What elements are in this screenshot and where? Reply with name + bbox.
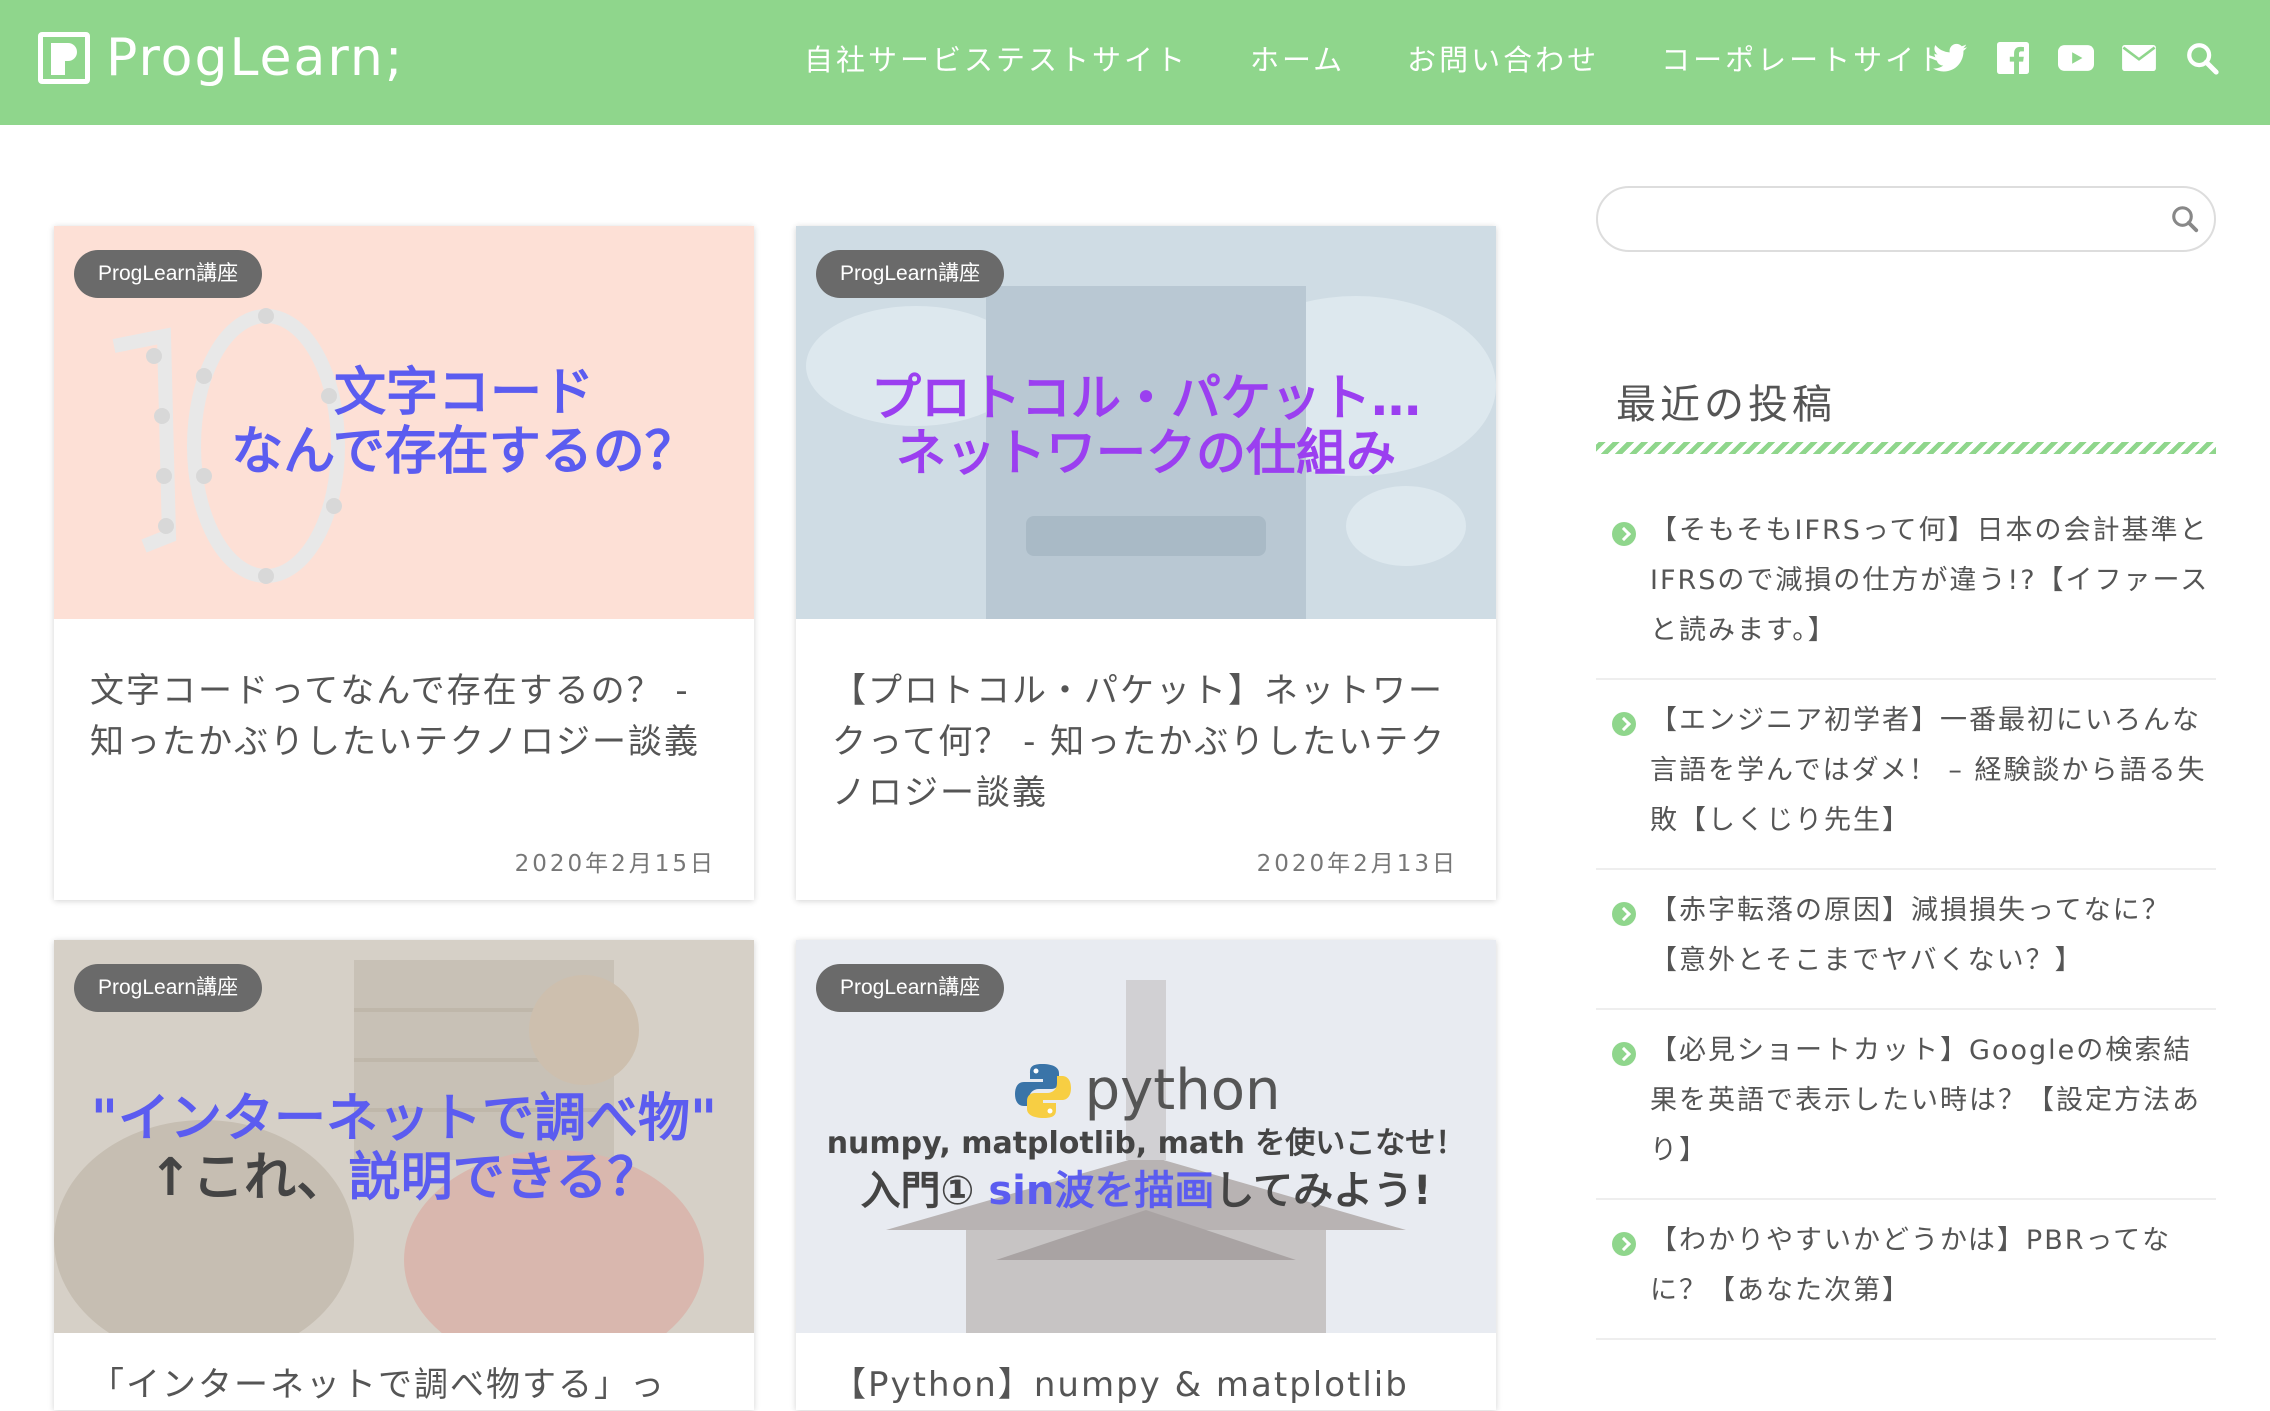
recent-post-item[interactable]: 【わかりやすいかどうかは】PBRってなに？【あなた次第】 (1596, 1200, 2216, 1340)
facebook-icon[interactable] (1993, 36, 2033, 80)
thumbnail-headline: "インターネットで調べ物" ↑これ、説明できる？ (90, 1089, 718, 1208)
python-logo-icon (1014, 1063, 1071, 1118)
search-icon[interactable] (2182, 36, 2222, 80)
main-nav: 自社サービステストサイト ホーム お問い合わせ コーポレートサイト (804, 38, 2011, 82)
python-logo-text: python (1084, 1058, 1281, 1123)
card-title[interactable]: 【Python】numpy & matplotlib (832, 1360, 1462, 1411)
thumbnail-headline: 文字コード なんで存在するの？ (231, 363, 697, 482)
mail-icon[interactable] (2119, 36, 2159, 80)
card-title[interactable]: 「インターネットで調べ物する」っ (90, 1360, 720, 1411)
site-header: ProgLearn; 自社サービステストサイト ホーム お問い合わせ コーポレー… (0, 0, 2270, 125)
recent-post-item[interactable]: 【赤字転落の原因】減損損失ってなに？【意外とそこまでヤバくない？】 (1596, 870, 2216, 1010)
thumbnail-headline: numpy, matplotlib, math を使いこなせ！ 入門① sin波… (826, 1126, 1466, 1214)
recent-post-item[interactable]: 【エンジニア初学者】一番最初にいろんな言語を学んではダメ！ – 経験談から語る失… (1596, 680, 2216, 870)
card-title[interactable]: 文字コードってなんで存在するの？ - 知ったかぶりしたいテクノロジー談義 (90, 666, 720, 768)
category-badge[interactable]: ProgLearn講座 (74, 964, 263, 1012)
recent-post-title[interactable]: 【エンジニア初学者】一番最初にいろんな言語を学んではダメ！ – 経験談から語る失… (1650, 705, 2207, 836)
python-logo: python (796, 1058, 1496, 1123)
nav-item-corporate[interactable]: コーポレートサイト (1661, 38, 1949, 82)
recent-post-item[interactable]: 【そもそもIFRSって何】日本の会計基準とIFRSので減損の仕方が違う!?【イフ… (1596, 490, 2216, 680)
chevron-right-icon (1612, 522, 1636, 546)
nav-item-home[interactable]: ホーム (1250, 38, 1345, 82)
recent-post-item[interactable]: 【必見ショートカット】Googleの検索結果を英語で表示したい時は？【設定方法あ… (1596, 1010, 2216, 1200)
card-thumbnail: ProgLearn講座 文字コード なんで存在するの？ (54, 226, 754, 619)
social-icons (1930, 36, 2245, 80)
chevron-right-icon (1612, 1232, 1636, 1256)
recent-post-title[interactable]: 【わかりやすいかどうかは】PBRってなに？【あなた次第】 (1650, 1225, 2171, 1306)
chevron-right-icon (1612, 902, 1636, 926)
article-card[interactable]: ProgLearn講座 python numpy, matplotlib, ma… (796, 940, 1496, 1410)
youtube-icon[interactable] (2056, 36, 2096, 80)
card-date: 2020年2月13日 (1256, 851, 1458, 877)
card-thumbnail: ProgLearn講座 "インターネットで調べ物" ↑これ、説明できる？ (54, 940, 754, 1333)
thumbnail-headline: プロトコル・パケット… ネットワークの仕組み (871, 369, 1421, 482)
article-card[interactable]: ProgLearn講座 プロトコル・パケット… ネットワークの仕組み 【プロトコ… (796, 226, 1496, 900)
article-card[interactable]: ProgLearn講座 文字コード なんで存在するの？ 文字コードってなんで存在… (54, 226, 754, 900)
article-card[interactable]: ProgLearn講座 "インターネットで調べ物" ↑これ、説明できる？ 「イン… (54, 940, 754, 1410)
search-icon[interactable] (2170, 204, 2200, 234)
card-title[interactable]: 【プロトコル・パケット】ネットワークって何？ - 知ったかぶりしたいテクノロジー… (832, 666, 1462, 819)
site-logo[interactable]: ProgLearn; (38, 28, 404, 88)
recent-posts-list: 【そもそもIFRSって何】日本の会計基準とIFRSので減損の仕方が違う!?【イフ… (1596, 490, 2216, 1340)
category-badge[interactable]: ProgLearn講座 (74, 250, 263, 298)
logo-mark-icon (38, 32, 90, 84)
card-date: 2020年2月15日 (514, 851, 716, 877)
nav-item-contact[interactable]: お問い合わせ (1407, 38, 1599, 82)
sidebar-search (1596, 186, 2216, 252)
search-input[interactable] (1622, 198, 2146, 244)
twitter-icon[interactable] (1930, 36, 1970, 80)
nav-item-service-test[interactable]: 自社サービステストサイト (804, 38, 1188, 82)
category-badge[interactable]: ProgLearn講座 (816, 964, 1005, 1012)
recent-post-title[interactable]: 【必見ショートカット】Googleの検索結果を英語で表示したい時は？【設定方法あ… (1650, 1035, 2201, 1166)
recent-post-title[interactable]: 【赤字転落の原因】減損損失ってなに？【意外とそこまでヤバくない？】 (1650, 895, 2171, 976)
card-thumbnail: ProgLearn講座 python numpy, matplotlib, ma… (796, 940, 1496, 1333)
logo-text: ProgLearn; (106, 28, 405, 88)
chevron-right-icon (1612, 1042, 1636, 1066)
recent-post-title[interactable]: 【そもそもIFRSって何】日本の会計基準とIFRSので減損の仕方が違う!?【イフ… (1650, 515, 2209, 646)
card-thumbnail: ProgLearn講座 プロトコル・パケット… ネットワークの仕組み (796, 226, 1496, 619)
category-badge[interactable]: ProgLearn講座 (816, 250, 1005, 298)
heading-divider (1596, 442, 2216, 454)
recent-posts-heading: 最近の投稿 (1616, 382, 1836, 428)
chevron-right-icon (1612, 712, 1636, 736)
